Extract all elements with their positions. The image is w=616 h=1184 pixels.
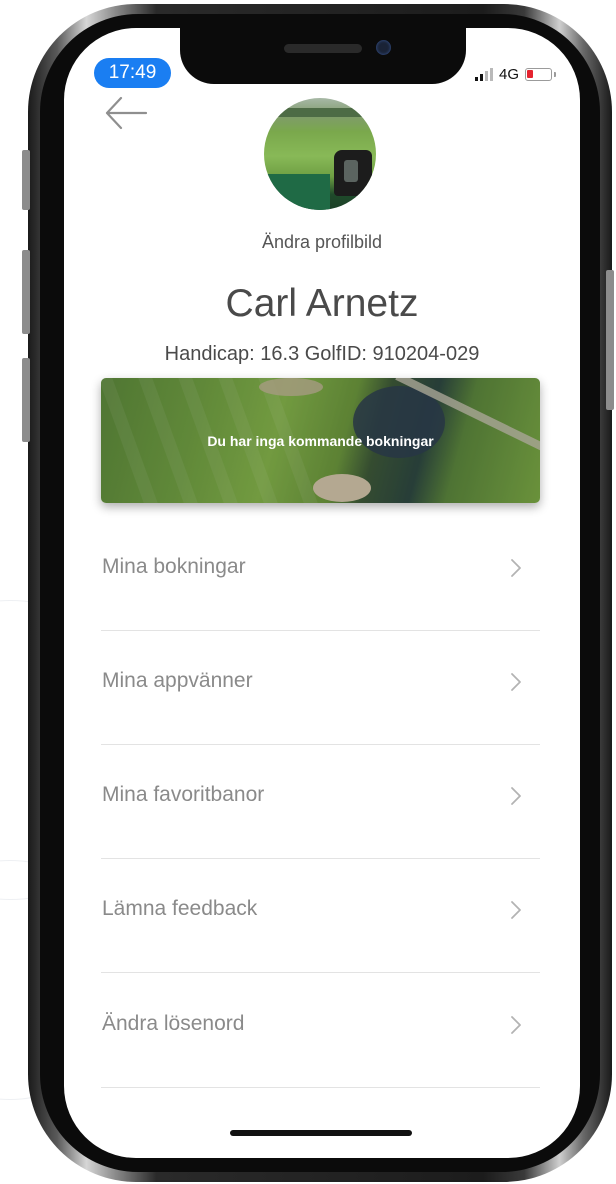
power-button xyxy=(606,270,614,410)
menu-item-label: Mina appvänner xyxy=(102,669,253,692)
volume-down-button xyxy=(22,358,30,442)
user-name: Carl Arnetz xyxy=(225,282,419,325)
booking-banner-text: Du har inga kommande bokningar xyxy=(207,432,434,449)
stage: 17:49 4G Ändra profilbild Carl Arnetz Ha… xyxy=(0,0,616,1184)
status-time: 17:49 xyxy=(94,58,171,88)
network-label: 4G xyxy=(498,65,519,83)
user-handicap-golfid: Handicap: 16.3 GolfID: 910204-029 xyxy=(164,343,480,365)
battery-icon xyxy=(525,67,556,81)
menu-item-label: Mina favoritbanor xyxy=(102,783,265,806)
menu-item-label: Ändra lösenord xyxy=(102,1012,245,1035)
chevron-right-icon xyxy=(511,1016,521,1034)
front-camera xyxy=(376,40,391,55)
change-profile-photo-link[interactable]: Ändra profilbild xyxy=(64,232,580,253)
menu-item-mina-appvanner[interactable]: Mina appvänner xyxy=(101,631,540,745)
menu-item-mina-favoritbanor[interactable]: Mina favoritbanor xyxy=(101,745,540,859)
menu-item-mina-bokningar[interactable]: Mina bokningar xyxy=(101,517,540,631)
back-arrow-icon[interactable] xyxy=(104,96,148,130)
chevron-right-icon xyxy=(511,787,521,805)
upcoming-bookings-banner[interactable]: Du har inga kommande bokningar xyxy=(101,378,540,503)
signal-icon xyxy=(474,67,493,81)
home-indicator[interactable] xyxy=(230,1130,412,1136)
notch xyxy=(180,28,466,84)
menu-item-label: Mina bokningar xyxy=(102,555,246,578)
volume-up-button xyxy=(22,250,30,334)
menu-item-label: Lämna feedback xyxy=(102,897,258,920)
avatar[interactable] xyxy=(264,98,376,210)
menu-item-lamna-feedback[interactable]: Lämna feedback xyxy=(101,859,540,973)
chevron-right-icon xyxy=(511,901,521,919)
menu-item-andra-losenord[interactable]: Ändra lösenord xyxy=(101,974,540,1088)
chevron-right-icon xyxy=(511,559,521,577)
side-button xyxy=(22,150,30,210)
chevron-right-icon xyxy=(511,673,521,691)
status-indicators: 4G xyxy=(474,65,556,83)
app-screen: 17:49 4G Ändra profilbild Carl Arnetz Ha… xyxy=(64,28,580,1158)
speaker xyxy=(284,44,362,53)
